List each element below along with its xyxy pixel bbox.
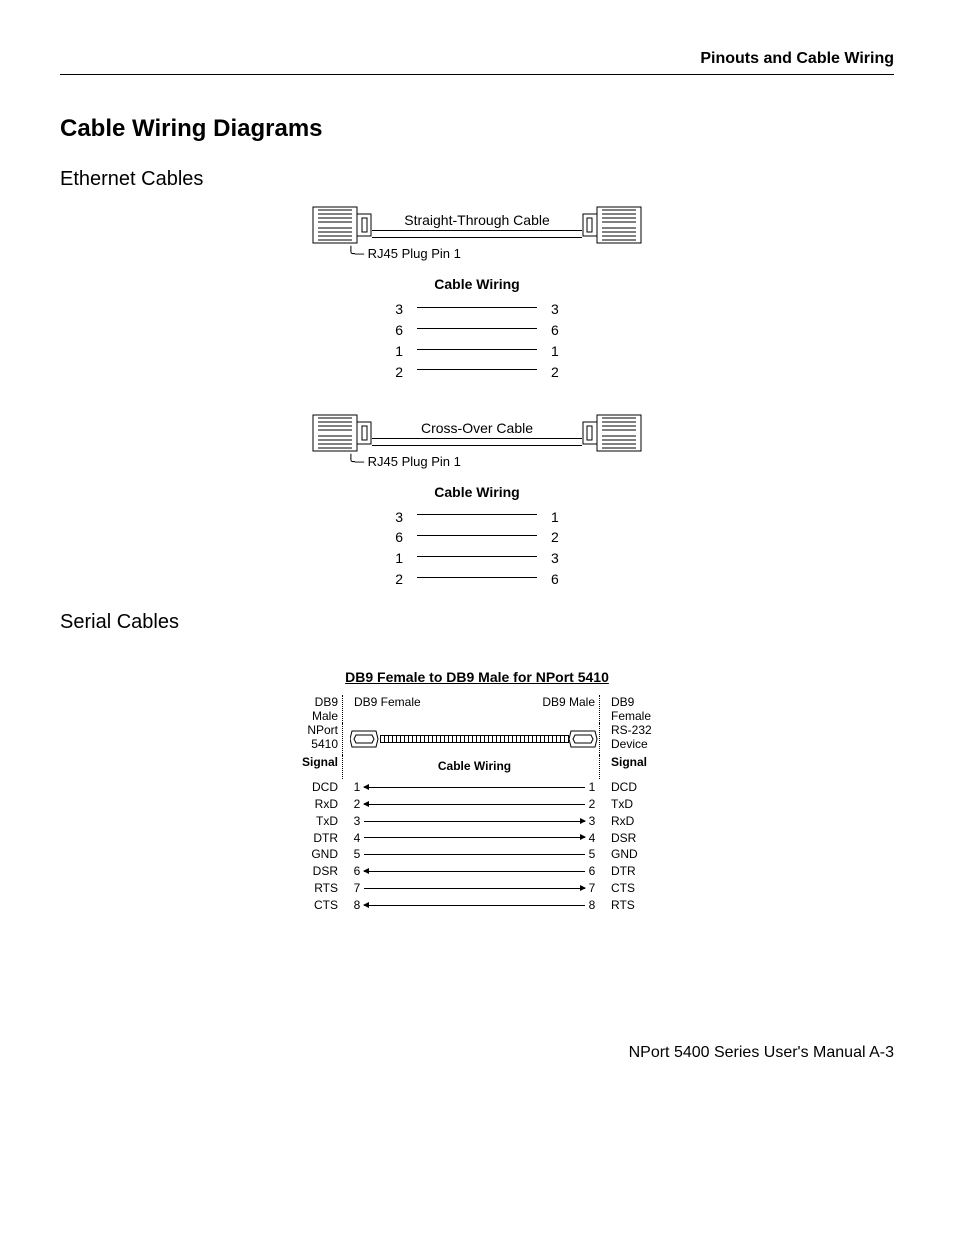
pin-left: 3 [389,508,409,527]
crossover-cable-label: Cross-Over Cable [372,420,582,436]
cable-wiring-title: Cable Wiring [312,484,642,500]
serial-wiring-rows: DCD11DCDRxD22TxDTxD33RxDDTR44DSRGND55GND… [292,779,662,913]
left-device-label: NPort 5410 [292,723,342,755]
pin-left: 8 [350,897,364,914]
pin-left: 3 [350,813,364,830]
pin-right: 2 [545,528,565,547]
signal-right: CTS [607,880,662,897]
pin-left: 4 [350,830,364,847]
pin-left: 1 [350,779,364,796]
signal-right: TxD [607,796,662,813]
signal-left: DSR [292,863,342,880]
ethernet-section-heading: Ethernet Cables [60,168,894,191]
db9-connector-left-icon [350,729,380,749]
pin-right: 8 [585,897,599,914]
signal-right: DTR [607,863,662,880]
pin-left: 3 [389,300,409,319]
pin-right: 6 [545,321,565,340]
pin-right: 5 [585,846,599,863]
left-conn-label: DB9 Male [292,695,342,723]
serial-section-heading: Serial Cables [60,611,894,634]
signal-right: DCD [607,779,662,796]
rj45-plug-left-icon [312,206,372,244]
pin-left: 6 [350,863,364,880]
straight-through-diagram: Straight-Through Cable ╰─ RJ45 Plug Pin … [312,206,642,384]
pin-left: 6 [389,321,409,340]
signal-left: GND [292,846,342,863]
rj45-plug-right-icon [582,414,642,452]
signal-left: RxD [292,796,342,813]
page-footer: NPort 5400 Series User's Manual A-3 [60,1044,894,1062]
pin-left: 2 [389,570,409,589]
pin-left: 1 [389,342,409,361]
crossover-wiring-table: 31621326 [387,506,567,592]
signal-left: RTS [292,880,342,897]
page-header: Pinouts and Cable Wiring [60,50,894,75]
rj45-plug-right-icon [582,206,642,244]
pin-left: 1 [389,549,409,568]
signal-right: DSR [607,830,662,847]
rj45-plug-left-icon [312,414,372,452]
signal-right: GND [607,846,662,863]
pin-left: 2 [350,796,364,813]
right-device-label: RS-232 Device [607,723,662,755]
db9-connector-right-icon [569,729,599,749]
pin-right: 4 [585,830,599,847]
cable-wiring-title: Cable Wiring [312,276,642,292]
pin-right: 3 [545,300,565,319]
straight-wiring-table: 3 3 6 6 1 1 2 2 [387,298,567,384]
pin-right: 3 [545,549,565,568]
pin-right: 2 [585,796,599,813]
serial-diagram-title: DB9 Female to DB9 Male for NPort 5410 [60,669,894,685]
signal-header-left: Signal [292,755,342,779]
signal-left: DCD [292,779,342,796]
signal-right: RxD [607,813,662,830]
pin-left: 7 [350,880,364,897]
crossover-diagram: Cross-Over Cable ╰─ RJ45 Plug Pin 1 Cabl… [312,414,642,592]
serial-cable-wiring-title: Cable Wiring [350,759,599,773]
mid-left-label: DB9 Female [354,695,421,723]
rj45-pin-callout: ╰─ RJ45 Plug Pin 1 [347,454,642,470]
signal-left: DTR [292,830,342,847]
page-title: Cable Wiring Diagrams [60,115,894,143]
pin-right: 6 [585,863,599,880]
pin-right: 3 [585,813,599,830]
mid-right-label: DB9 Male [542,695,595,723]
pin-right: 1 [545,508,565,527]
straight-cable-label: Straight-Through Cable [372,212,582,228]
rj45-pin-callout: ╰─ RJ45 Plug Pin 1 [347,246,642,262]
signal-left: CTS [292,897,342,914]
pin-right: 6 [545,570,565,589]
serial-diagram: DB9 Male DB9 Female DB9 Male DB9 Female … [292,695,662,913]
pin-left: 2 [389,363,409,382]
pin-right: 7 [585,880,599,897]
pin-right: 1 [585,779,599,796]
pin-left: 5 [350,846,364,863]
signal-header-right: Signal [607,755,662,779]
signal-left: TxD [292,813,342,830]
pin-left: 6 [389,528,409,547]
pin-right: 2 [545,363,565,382]
signal-right: RTS [607,897,662,914]
pin-right: 1 [545,342,565,361]
right-conn-label: DB9 Female [607,695,662,723]
